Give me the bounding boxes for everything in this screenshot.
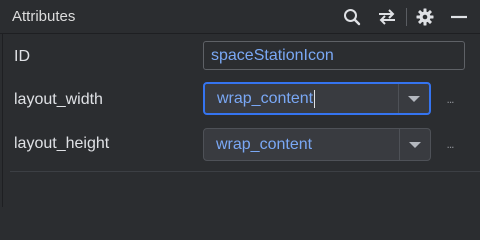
panel-title: Attributes	[12, 8, 76, 25]
panel-header: Attributes	[0, 0, 480, 34]
search-icon[interactable]	[340, 5, 364, 29]
section-divider	[10, 171, 480, 172]
gear-icon[interactable]	[413, 5, 437, 29]
layout-height-value: wrap_content	[216, 135, 313, 153]
attributes-panel: Attributes ID spaceStationIcon layout_wi…	[0, 0, 480, 207]
layout-width-more-button[interactable]: ...	[441, 92, 459, 106]
text-caret	[314, 89, 316, 108]
swap-icon[interactable]	[375, 5, 399, 29]
layout-height-label: layout_height	[14, 135, 110, 152]
header-separator	[406, 8, 407, 26]
layout-height-combo[interactable]: wrap_content	[203, 128, 431, 161]
chevron-down-icon[interactable]	[400, 129, 430, 160]
panel-edge	[2, 34, 3, 207]
minimize-icon[interactable]	[447, 5, 471, 29]
layout-width-value-wrap[interactable]: wrap_content	[217, 84, 316, 113]
id-label: ID	[14, 48, 30, 65]
layout-width-combo[interactable]: wrap_content	[203, 82, 431, 115]
id-value: spaceStationIcon	[211, 47, 334, 64]
id-field[interactable]: spaceStationIcon	[203, 41, 465, 70]
layout-height-more-button[interactable]: ...	[441, 137, 459, 151]
chevron-down-icon[interactable]	[399, 84, 429, 113]
layout-width-value: wrap_content	[217, 89, 314, 107]
layout-width-label: layout_width	[14, 91, 103, 108]
